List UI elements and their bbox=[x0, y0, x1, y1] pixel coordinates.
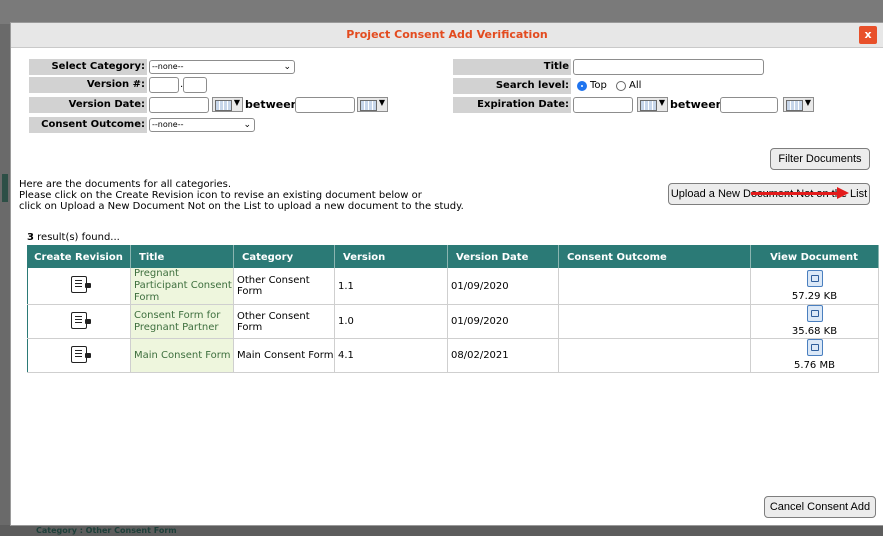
consent-outcome-select[interactable]: --none-- ⌄ bbox=[149, 118, 255, 132]
document-size: 35.68 KB bbox=[791, 326, 838, 337]
document-size: 5.76 MB bbox=[794, 360, 835, 371]
chevron-down-icon: ▼ bbox=[233, 98, 240, 107]
between-label: between bbox=[670, 98, 724, 111]
search-level-label: Search level: bbox=[453, 78, 571, 94]
calendar-button[interactable]: ▼ bbox=[637, 97, 668, 112]
document-category: Main Consent Form bbox=[233, 338, 335, 373]
version-date-from-input[interactable] bbox=[149, 97, 209, 113]
calendar-button[interactable]: ▼ bbox=[783, 97, 814, 112]
search-level-all-label: All bbox=[629, 80, 642, 91]
column-header: Version bbox=[334, 245, 448, 268]
consent-outcome-label: Consent Outcome: bbox=[29, 117, 147, 133]
chevron-down-icon: ▼ bbox=[378, 98, 385, 107]
create-revision-icon[interactable] bbox=[71, 276, 91, 293]
document-consent-outcome bbox=[558, 268, 751, 305]
document-size: 57.29 KB bbox=[791, 290, 838, 302]
background-category-text: Category : Other Consent Form bbox=[36, 526, 177, 535]
create-revision-cell[interactable] bbox=[27, 338, 131, 373]
document-version: 1.0 bbox=[334, 304, 448, 339]
background-top-bar bbox=[0, 0, 883, 24]
title-label: Title bbox=[453, 59, 571, 75]
results-count: 3 result(s) found... bbox=[27, 232, 120, 243]
document-title: Main Consent Form bbox=[130, 338, 234, 373]
create-revision-icon[interactable] bbox=[71, 345, 91, 363]
document-category: Other Consent Form bbox=[233, 268, 335, 305]
view-document-icon[interactable] bbox=[806, 269, 823, 287]
column-header: View Document bbox=[750, 245, 879, 268]
dialog-title: Project Consent Add Verification bbox=[346, 28, 548, 41]
create-revision-cell[interactable] bbox=[27, 268, 131, 305]
table-row: Pregnant Participant Consent Form Other … bbox=[27, 268, 879, 305]
document-title: Consent Form for Pregnant Partner bbox=[130, 304, 234, 339]
column-header: Create Revision bbox=[27, 245, 131, 268]
chevron-down-icon: ⌄ bbox=[283, 62, 291, 72]
chevron-down-icon: ⌄ bbox=[243, 120, 251, 130]
document-version: 4.1 bbox=[334, 338, 448, 373]
title-input[interactable] bbox=[573, 59, 764, 75]
expiration-date-label: Expiration Date: bbox=[453, 97, 571, 113]
calendar-icon bbox=[640, 100, 657, 111]
document-version-date: 08/02/2021 bbox=[447, 338, 559, 373]
calendar-icon bbox=[786, 100, 803, 111]
view-document-icon[interactable] bbox=[806, 339, 823, 356]
column-header: Consent Outcome bbox=[558, 245, 751, 268]
calendar-icon bbox=[360, 100, 377, 111]
document-consent-outcome bbox=[558, 304, 751, 339]
document-consent-outcome bbox=[558, 338, 751, 373]
expiration-date-to-input[interactable] bbox=[720, 97, 778, 113]
document-version-date: 01/09/2020 bbox=[447, 268, 559, 305]
version-date-to-input[interactable] bbox=[295, 97, 355, 113]
column-header: Category bbox=[233, 245, 335, 268]
search-level-all-radio[interactable] bbox=[616, 81, 626, 91]
view-document-cell: 5.76 MB bbox=[750, 338, 879, 373]
close-icon: x bbox=[864, 28, 872, 41]
calendar-button[interactable]: ▼ bbox=[212, 97, 243, 112]
calendar-icon bbox=[215, 100, 232, 111]
column-header: Title bbox=[130, 245, 234, 268]
close-button[interactable]: x bbox=[859, 26, 877, 44]
intro-text: Here are the documents for all categorie… bbox=[19, 179, 464, 212]
documents-table: Create Revision Title Category Version V… bbox=[27, 245, 879, 373]
cancel-consent-add-button[interactable]: Cancel Consent Add bbox=[764, 496, 876, 518]
table-row: Consent Form for Pregnant Partner Other … bbox=[27, 304, 879, 339]
column-header: Version Date bbox=[447, 245, 559, 268]
calendar-button[interactable]: ▼ bbox=[357, 97, 388, 112]
document-version-date: 01/09/2020 bbox=[447, 304, 559, 339]
document-title: Pregnant Participant Consent Form bbox=[130, 268, 234, 305]
background-marker bbox=[2, 174, 8, 202]
view-document-icon[interactable] bbox=[806, 305, 823, 322]
search-level-top-label: Top bbox=[590, 80, 607, 91]
between-label: between bbox=[245, 98, 299, 111]
annotation-arrow bbox=[751, 192, 837, 195]
view-document-cell: 35.68 KB bbox=[750, 304, 879, 339]
create-revision-cell[interactable] bbox=[27, 304, 131, 339]
consent-add-dialog: Project Consent Add Verification x Selec… bbox=[10, 22, 883, 526]
background-left-strip bbox=[0, 24, 10, 536]
chevron-down-icon: ▼ bbox=[804, 98, 811, 107]
document-version: 1.1 bbox=[334, 268, 448, 305]
version-label: Version #: bbox=[29, 77, 147, 93]
table-row: Main Consent Form Main Consent Form 4.1 … bbox=[27, 338, 879, 373]
table-header-row: Create Revision Title Category Version V… bbox=[27, 245, 879, 268]
version-major-input[interactable] bbox=[149, 77, 179, 93]
category-select[interactable]: --none-- ⌄ bbox=[149, 60, 295, 74]
view-document-cell: 57.29 KB bbox=[750, 268, 879, 305]
version-date-label: Version Date: bbox=[29, 97, 147, 113]
version-minor-input[interactable] bbox=[183, 77, 207, 93]
dialog-titlebar: Project Consent Add Verification x bbox=[11, 23, 883, 48]
create-revision-icon[interactable] bbox=[71, 311, 91, 329]
search-level-top-radio[interactable] bbox=[577, 81, 587, 91]
expiration-date-from-input[interactable] bbox=[573, 97, 633, 113]
document-category: Other Consent Form bbox=[233, 304, 335, 339]
select-category-label: Select Category: bbox=[29, 59, 147, 75]
chevron-down-icon: ▼ bbox=[658, 98, 665, 107]
filter-documents-button[interactable]: Filter Documents bbox=[770, 148, 870, 170]
annotation-arrow-head bbox=[837, 187, 849, 199]
